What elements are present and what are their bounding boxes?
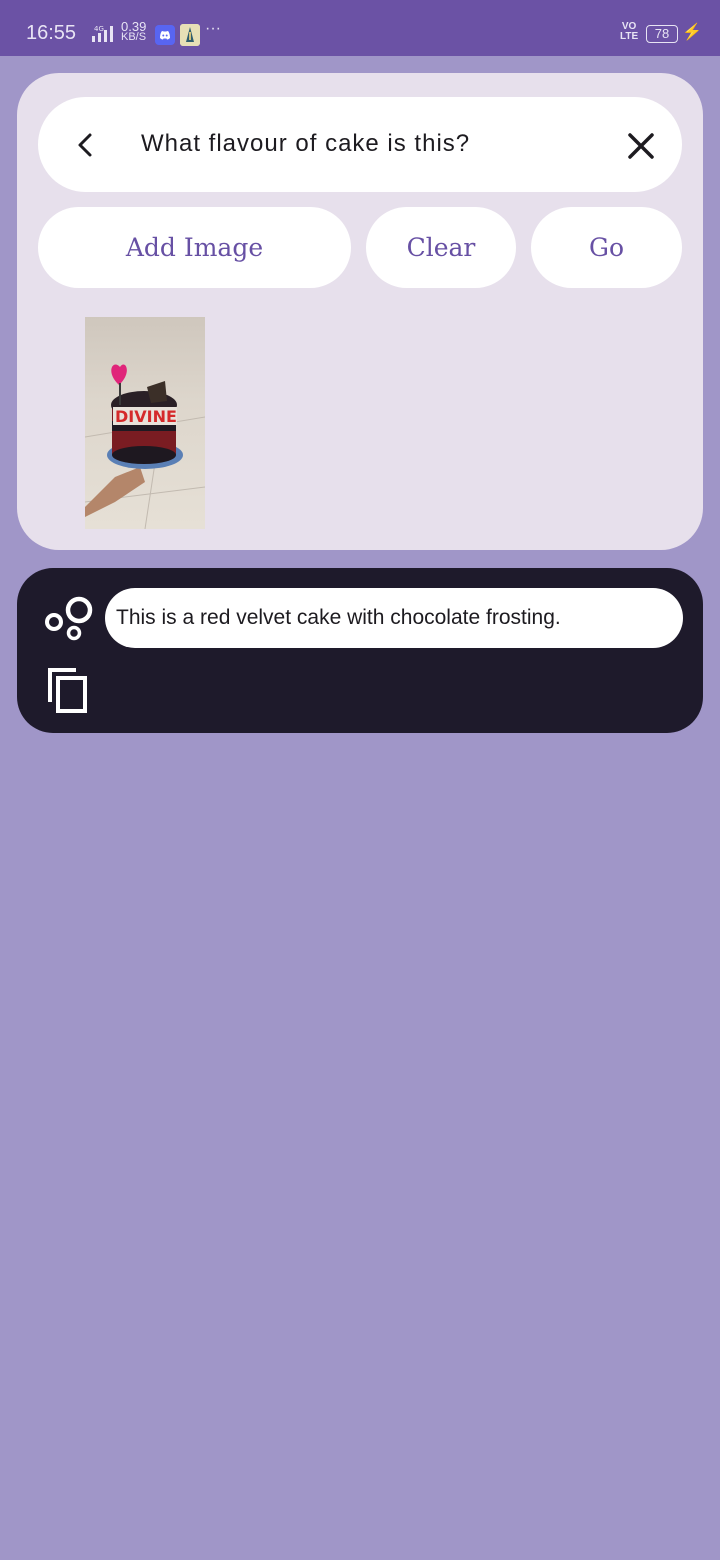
attached-image-thumbnail[interactable]: DIVINE: [85, 317, 205, 529]
network-speed: 0.39 KB/S: [121, 20, 147, 43]
volte-line2: LTE: [620, 31, 639, 42]
status-time: 16:55: [26, 22, 77, 44]
network-type: 4G: [94, 25, 104, 33]
status-bar: 16:55 4G 0.39 KB/S ··· VO LTE 78 ⚡: [0, 0, 720, 56]
cake-topper-text: DIVINE: [115, 407, 177, 426]
close-icon[interactable]: [622, 127, 660, 165]
search-input[interactable]: What flavour of cake is this?: [141, 130, 470, 158]
speed-unit: KB/S: [121, 31, 147, 43]
go-button[interactable]: Go: [531, 207, 682, 288]
more-notifications-indicator: ···: [205, 20, 221, 37]
clear-button[interactable]: Clear: [366, 207, 516, 288]
app-notification-icon: [180, 24, 200, 46]
bubbles-icon: [45, 596, 93, 641]
signal-icon: 4G: [92, 25, 113, 42]
copy-icon[interactable]: [46, 666, 90, 714]
battery-indicator: 78: [646, 25, 678, 43]
answer-text: This is a red velvet cake with chocolate…: [105, 588, 683, 648]
chevron-left-icon[interactable]: [68, 127, 104, 163]
add-image-button[interactable]: Add Image: [38, 207, 351, 288]
cake-photo: DIVINE: [85, 364, 205, 529]
volte-indicator: VO LTE: [620, 22, 638, 42]
charging-icon: ⚡: [682, 24, 702, 41]
discord-icon: [155, 25, 175, 45]
